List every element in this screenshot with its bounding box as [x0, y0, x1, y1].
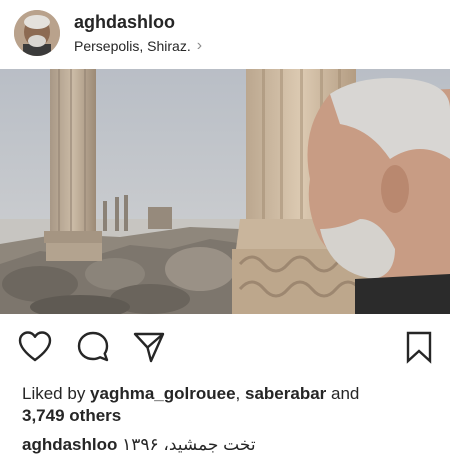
likes-separator: , — [235, 384, 245, 403]
paper-plane-icon[interactable] — [132, 330, 166, 364]
instagram-post: aghdashloo Persepolis, Shiraz. › Liked b… — [0, 0, 450, 470]
post-photo[interactable] — [0, 69, 450, 314]
location-label[interactable]: Persepolis, Shiraz. — [74, 36, 191, 56]
likes-others-label[interactable]: others — [65, 406, 121, 425]
post-username[interactable]: aghdashloo — [74, 11, 202, 33]
likes-prefix: Liked by — [22, 384, 91, 403]
header-text: aghdashloo Persepolis, Shiraz. › — [74, 11, 202, 56]
chevron-right-icon: › — [196, 37, 203, 54]
bookmark-icon[interactable] — [402, 330, 436, 364]
caption-username[interactable]: aghdashloo — [22, 435, 117, 454]
liker-username-2[interactable]: saberabar — [245, 384, 326, 403]
avatar[interactable] — [14, 10, 60, 56]
post-location[interactable]: Persepolis, Shiraz. › — [74, 36, 202, 56]
comment-bubble-icon[interactable] — [76, 330, 110, 364]
avatar-image — [14, 10, 60, 56]
post-header: aghdashloo Persepolis, Shiraz. › — [0, 0, 450, 68]
heart-icon[interactable] — [18, 330, 52, 364]
likes-summary: Liked by yaghma_golrouee, saberabar and 3… — [22, 383, 432, 427]
post-caption: aghdashloo تخت جمشید، ۱۳۹۶ — [22, 434, 432, 456]
liker-username-1[interactable]: yaghma_golrouee — [90, 384, 236, 403]
photo-image — [0, 69, 450, 314]
action-bar — [0, 330, 450, 366]
caption-text: تخت جمشید، ۱۳۹۶ — [122, 435, 256, 454]
likes-conjunction: and — [326, 384, 360, 403]
likes-others-count[interactable]: 3,749 — [22, 406, 65, 425]
